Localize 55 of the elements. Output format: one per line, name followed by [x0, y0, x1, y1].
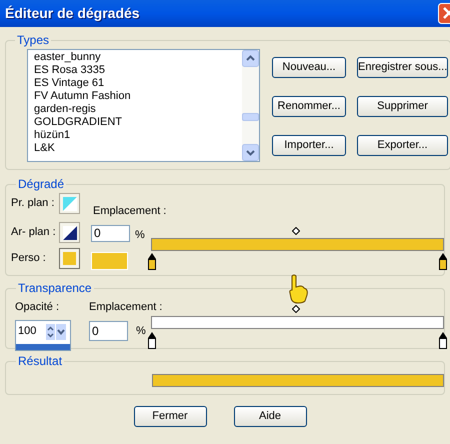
field-label: Ar- plan : — [11, 225, 57, 240]
list-item[interactable]: ES Vintage 61 — [28, 77, 242, 90]
color-stop-icon[interactable] — [438, 253, 448, 271]
midpoint-icon[interactable] — [292, 227, 300, 235]
dialog-button[interactable]: Exporter... — [357, 135, 448, 156]
list-item[interactable]: hüzün1 — [28, 129, 242, 142]
scrollbar[interactable] — [242, 50, 259, 161]
gradient-list[interactable]: easter_bunny ES Rosa 3335 ES Vintage 61 FV Autumn Fashion garden-regis GOLDGRADIENT hüzün1 L&K — [27, 49, 260, 162]
background-swatch[interactable] — [59, 222, 80, 243]
color-preview — [91, 252, 128, 270]
list-item[interactable]: FV Autumn Fashion — [28, 90, 242, 103]
color-stop-icon[interactable] — [438, 332, 448, 350]
window-title: Éditeur de dégradés — [5, 4, 140, 23]
percent-label: % — [135, 228, 145, 242]
list-item[interactable]: GOLDGRADIENT — [28, 116, 242, 129]
dialog-button[interactable]: Nouveau... — [272, 57, 346, 78]
color-stop-icon[interactable] — [147, 253, 157, 271]
scroll-thumb[interactable] — [242, 113, 259, 121]
dialog-button[interactable]: Renommer... — [272, 96, 346, 117]
dialog-button[interactable]: Aide — [234, 406, 306, 427]
field-label: Opacité : — [15, 300, 60, 315]
spin-arrows-icon[interactable] — [46, 324, 55, 340]
custom-swatch[interactable] — [59, 248, 80, 269]
color-stop-icon[interactable] — [147, 332, 157, 350]
percent-label: % — [136, 324, 146, 338]
opacity-spinbox[interactable]: 100 — [15, 320, 71, 350]
group-label: Transparence — [17, 280, 93, 297]
list-item[interactable]: ES Rosa 3335 — [28, 64, 242, 77]
dialog-button[interactable]: Supprimer — [357, 96, 448, 117]
scroll-down-icon[interactable] — [242, 144, 259, 161]
list-item[interactable]: garden-regis — [28, 103, 242, 116]
hand-cursor-icon — [288, 274, 308, 304]
swatch-icon — [62, 226, 76, 240]
location-field[interactable]: 0 — [89, 320, 128, 340]
swatch-icon — [62, 196, 76, 210]
list-item[interactable]: easter_bunny — [28, 51, 242, 64]
opacity-value: 100 — [18, 324, 38, 340]
transparency-bar[interactable] — [151, 316, 444, 329]
field-label: Perso : — [11, 251, 47, 266]
dialog-button[interactable]: Fermer — [134, 406, 206, 427]
group-label: Dégradé — [17, 176, 66, 193]
field-label: Emplacement : — [93, 204, 166, 219]
location-field[interactable]: 0 — [91, 224, 130, 242]
dialog-button[interactable]: Importer... — [272, 135, 346, 156]
list-item[interactable]: L&K — [28, 142, 242, 155]
dialog-button[interactable]: Enregistrer sous... — [357, 57, 448, 78]
field-label: Emplacement : — [89, 300, 162, 315]
field-label: Pr. plan : — [11, 196, 56, 212]
swatch-icon — [63, 252, 76, 265]
foreground-swatch[interactable] — [59, 193, 80, 214]
group-label: Résultat — [17, 353, 64, 370]
scroll-up-icon[interactable] — [242, 50, 259, 67]
group-label: Types — [16, 32, 50, 49]
dropdown-icon[interactable] — [56, 324, 66, 340]
opacity-slider[interactable] — [16, 344, 70, 350]
